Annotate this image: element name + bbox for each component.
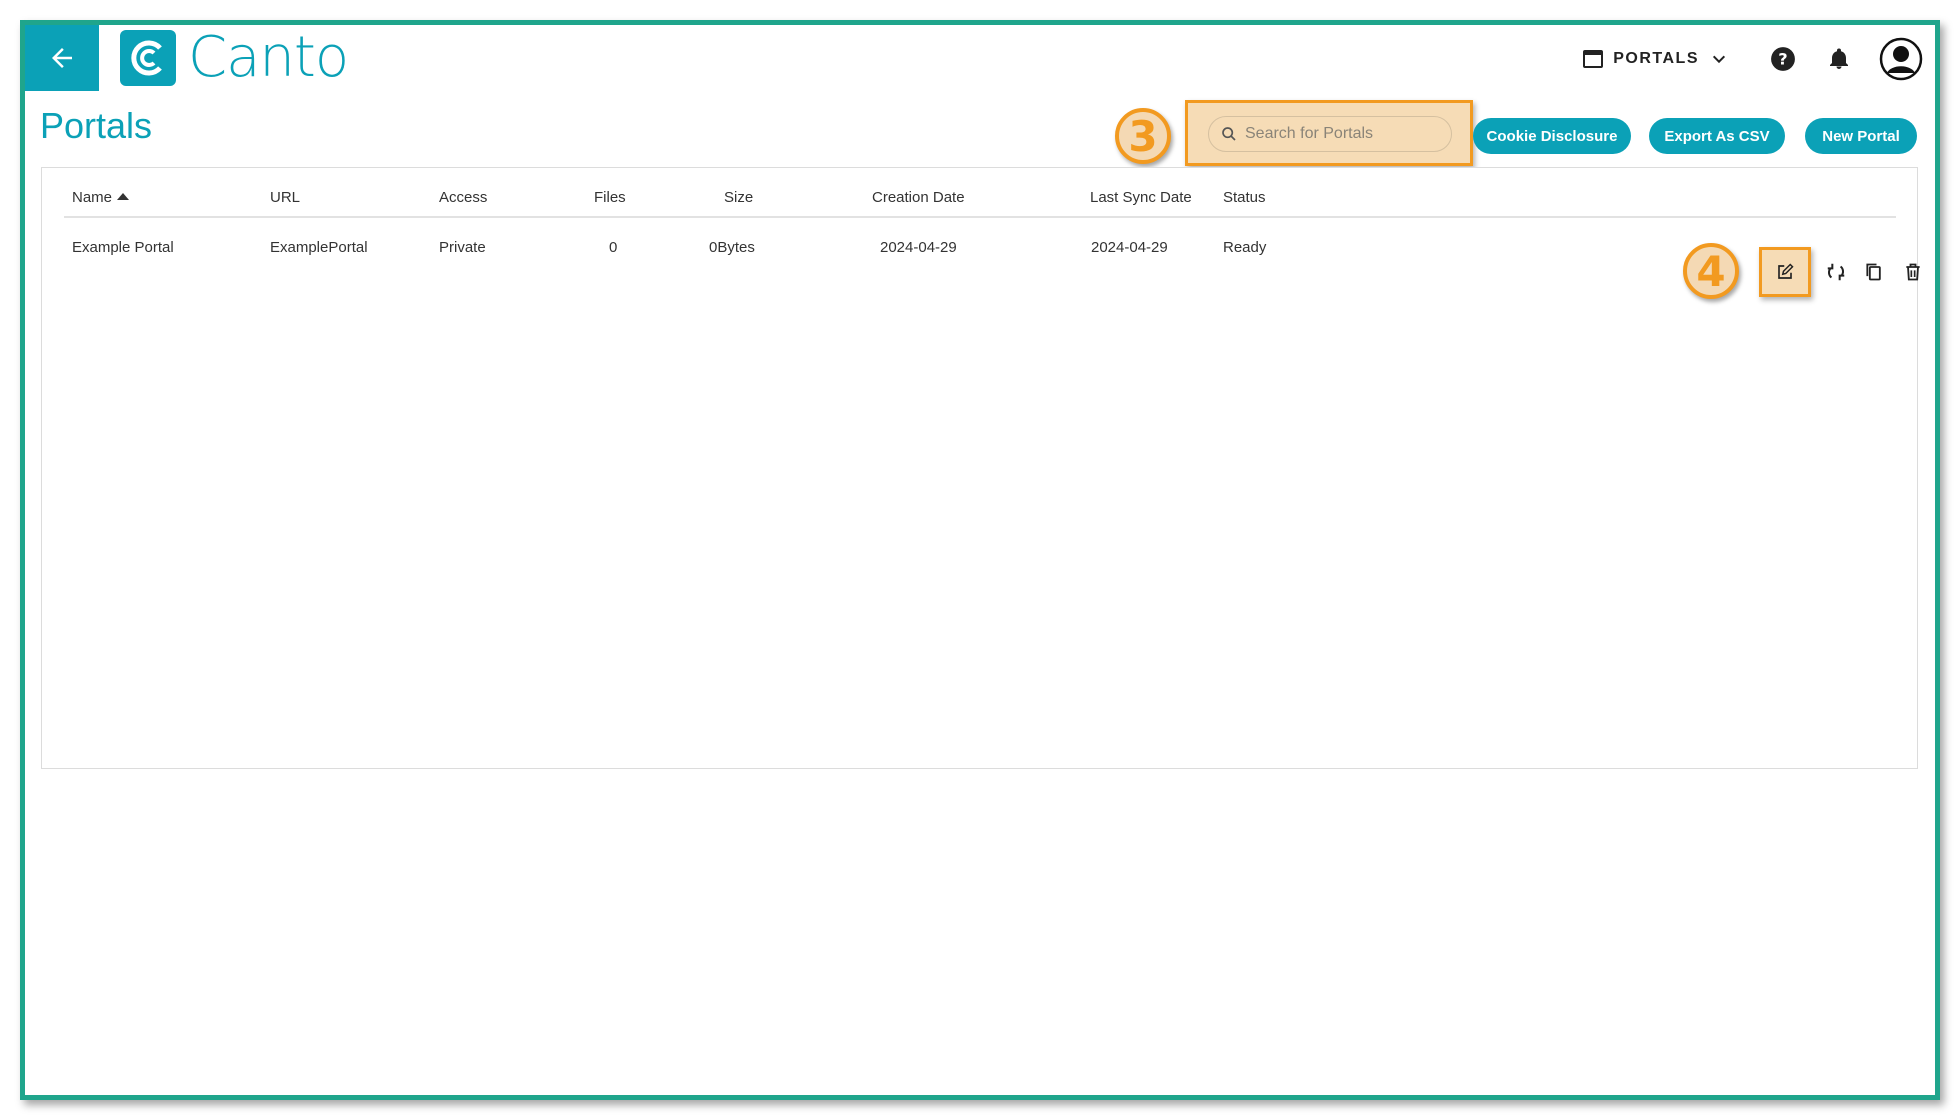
new-portal-button[interactable]: New Portal: [1805, 118, 1917, 154]
search-icon: [1222, 127, 1236, 141]
canto-logo[interactable]: Canto: [120, 25, 349, 90]
page-title: Portals: [40, 105, 153, 146]
cookie-disclosure-button[interactable]: Cookie Disclosure: [1473, 118, 1631, 154]
duplicate-portal-button[interactable]: [1859, 257, 1889, 287]
back-button[interactable]: [25, 25, 99, 91]
chevron-down-icon: [1712, 55, 1726, 64]
delete-portal-button[interactable]: [1898, 257, 1928, 287]
column-header-access[interactable]: Access: [439, 178, 487, 218]
cell-files: 0: [609, 239, 618, 256]
column-header-name[interactable]: Name: [72, 178, 130, 218]
bell-icon: [1830, 48, 1848, 69]
export-csv-button[interactable]: Export As CSV: [1649, 118, 1785, 154]
callout-badge-3: 3: [1115, 108, 1171, 164]
trash-icon: [1906, 263, 1920, 281]
search-highlight: [1185, 100, 1473, 166]
portals-switcher[interactable]: PORTALS: [1583, 50, 1727, 68]
cell-access: Private: [439, 239, 486, 256]
notifications-button[interactable]: [1823, 43, 1855, 75]
user-avatar-button[interactable]: [1879, 37, 1923, 81]
canto-logo-text: Canto: [188, 25, 349, 90]
column-header-creation-date[interactable]: Creation Date: [872, 178, 965, 218]
callout-badge-4: 4: [1683, 243, 1739, 299]
portals-table-panel: Name URL Access Files Size Creation Date…: [41, 167, 1918, 769]
svg-text:?: ?: [1778, 49, 1787, 68]
cell-status: Ready: [1223, 239, 1267, 256]
help-button[interactable]: ?: [1767, 43, 1799, 75]
cell-name: Example Portal: [72, 239, 174, 256]
app-window: Canto PORTALS ? Portals 3 Search for Por…: [20, 20, 1940, 1100]
column-header-url[interactable]: URL: [270, 178, 300, 218]
edit-portal-button[interactable]: [1759, 247, 1811, 297]
table-header: Name URL Access Files Size Creation Date…: [64, 178, 1896, 218]
cell-url: ExamplePortal: [270, 239, 368, 256]
arrow-left-icon: [52, 48, 72, 68]
search-field[interactable]: [1208, 116, 1452, 152]
help-icon: ?: [1771, 47, 1795, 71]
table-row[interactable]: Example Portal ExamplePortal Private 0 0…: [64, 228, 1896, 268]
column-header-last-sync-date[interactable]: Last Sync Date: [1090, 178, 1192, 218]
account-circle-icon: [1879, 37, 1923, 81]
cell-last-sync-date: 2024-04-29: [1091, 239, 1168, 256]
cell-creation-date: 2024-04-29: [880, 239, 957, 256]
cell-size: 0Bytes: [709, 239, 755, 256]
window-icon: [1583, 50, 1604, 68]
search-input[interactable]: [1245, 125, 1435, 143]
portals-switcher-label: PORTALS: [1613, 50, 1699, 67]
edit-icon: [1778, 263, 1794, 279]
column-header-status[interactable]: Status: [1223, 178, 1266, 218]
canto-logo-mark: [120, 30, 176, 86]
column-header-files[interactable]: Files: [594, 178, 626, 218]
sort-ascending-icon: [117, 193, 130, 200]
sync-icon: [1827, 263, 1845, 281]
column-header-size[interactable]: Size: [724, 178, 753, 218]
top-right-controls: PORTALS ?: [1583, 35, 1923, 83]
sync-portal-button[interactable]: [1821, 257, 1851, 287]
copy-icon: [1866, 263, 1881, 281]
